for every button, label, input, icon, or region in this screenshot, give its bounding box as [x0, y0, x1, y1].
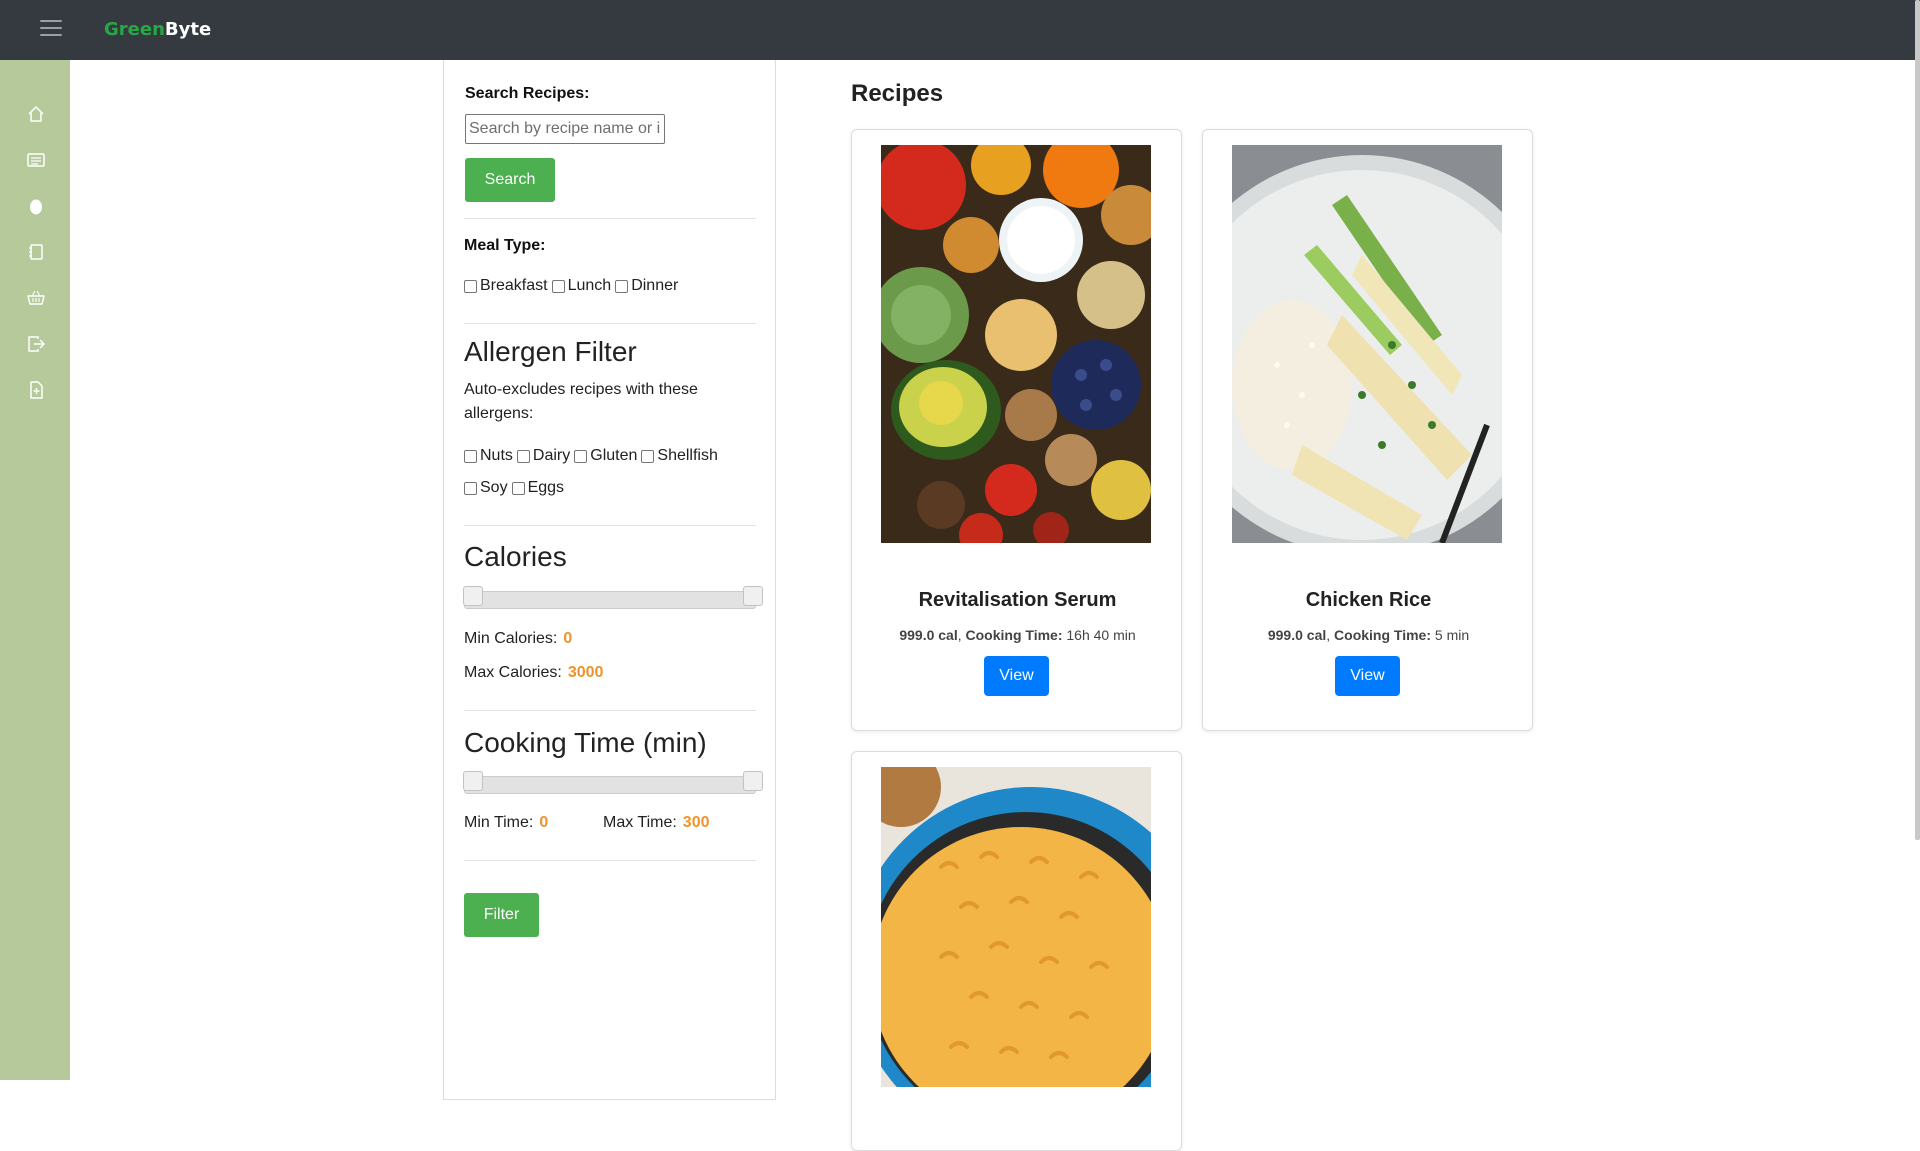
home-icon[interactable] — [26, 104, 48, 126]
add-file-icon[interactable] — [26, 380, 48, 402]
view-recipe-button[interactable]: View — [1335, 656, 1400, 696]
basket-icon[interactable] — [26, 288, 48, 310]
allergen-filter-title: Allergen Filter — [464, 336, 637, 367]
breakfast-label: Breakfast — [480, 277, 548, 294]
max-time-value: 300 — [682, 814, 710, 831]
dinner-label: Dinner — [631, 277, 679, 294]
max-time: Max Time: 300 — [603, 814, 710, 831]
allergen-options-row2: Soy Eggs — [464, 479, 568, 497]
sidebar — [0, 60, 70, 1080]
egg-icon[interactable] — [26, 196, 48, 218]
min-calories: Min Calories: 0 — [464, 630, 573, 647]
nuts-label: Nuts — [480, 447, 513, 464]
calories-max-handle[interactable] — [743, 586, 763, 606]
cooking-time-slider-track[interactable] — [464, 776, 756, 794]
brand-logo[interactable]: GreenByte — [104, 19, 211, 40]
soy-label: Soy — [480, 479, 508, 496]
max-calories-value: 3000 — [567, 664, 604, 681]
cooking-time-range-slider[interactable] — [463, 771, 763, 794]
recipe-title[interactable]: Revitalisation Serum — [852, 589, 1183, 612]
calories-range-slider[interactable] — [463, 586, 763, 609]
min-time-value: 0 — [539, 814, 549, 831]
checkbox-eggs[interactable] — [511, 481, 525, 495]
hamburger-menu-icon[interactable] — [40, 20, 62, 38]
recipe-meta: 999.0 cal, Cooking Time: 5 min — [1267, 627, 1470, 643]
meal-type-options: Breakfast Lunch Dinner — [464, 277, 682, 295]
checkbox-soy[interactable] — [464, 481, 477, 495]
min-time: Min Time: 0 — [464, 814, 549, 831]
divider — [464, 218, 756, 219]
top-navbar: GreenByte — [0, 0, 1920, 60]
checkbox-lunch[interactable] — [551, 279, 565, 293]
notebook-icon[interactable] — [26, 242, 48, 264]
cooking-time-title: Cooking Time (min) — [464, 727, 707, 758]
checkbox-dairy[interactable] — [516, 449, 530, 463]
recipe-meta: 999.0 cal, Cooking Time: 16h 40 min — [899, 627, 1136, 643]
filter-button[interactable]: Filter — [464, 893, 539, 937]
view-recipe-button[interactable]: View — [984, 656, 1049, 696]
page-scrollbar[interactable] — [1915, 0, 1920, 840]
search-button[interactable]: Search — [465, 158, 555, 202]
cooking-time-max-handle[interactable] — [743, 771, 763, 791]
meal-type-label: Meal Type: — [464, 237, 546, 254]
eggs-label: Eggs — [527, 479, 565, 496]
lunch-label: Lunch — [567, 277, 612, 294]
divider — [464, 525, 756, 526]
search-label: Search Recipes: — [465, 85, 590, 102]
max-calories: Max Calories: 3000 — [464, 664, 604, 681]
gluten-label: Gluten — [590, 447, 638, 464]
recipe-title[interactable]: Chicken Rice — [1203, 589, 1534, 612]
allergen-description: Auto-excludes recipes with these allerge… — [464, 381, 698, 422]
calories-title: Calories — [464, 541, 567, 572]
divider — [464, 710, 756, 711]
recipe-image-chicken-rice[interactable] — [1232, 145, 1502, 543]
divider — [464, 323, 756, 324]
cooking-time-min-handle[interactable] — [463, 771, 483, 791]
logout-icon[interactable] — [26, 334, 48, 356]
news-icon[interactable] — [26, 150, 48, 172]
checkbox-breakfast[interactable] — [464, 279, 477, 293]
checkbox-gluten[interactable] — [574, 449, 588, 463]
shellfish-label: Shellfish — [657, 447, 718, 464]
filter-panel: Search Recipes: Search Meal Type: Breakf… — [443, 60, 776, 1100]
recipe-card: Chicken Rice 999.0 cal, Cooking Time: 5 … — [1202, 129, 1533, 731]
calories-slider-track[interactable] — [464, 591, 756, 609]
search-input[interactable] — [465, 114, 665, 144]
page-title: Recipes — [851, 80, 944, 107]
checkbox-nuts[interactable] — [464, 449, 477, 463]
recipe-card — [851, 751, 1182, 1151]
calories-min-handle[interactable] — [463, 586, 483, 606]
recipe-image-mac-and-cheese[interactable] — [881, 767, 1151, 1087]
allergen-options-row1: Nuts Dairy Gluten Shellfish — [464, 447, 722, 465]
min-calories-value: 0 — [563, 630, 573, 647]
recipe-image-healthy-foods[interactable] — [881, 145, 1151, 543]
divider — [464, 860, 756, 861]
dairy-label: Dairy — [532, 447, 571, 464]
checkbox-dinner[interactable] — [615, 279, 629, 293]
checkbox-shellfish[interactable] — [641, 449, 655, 463]
recipe-card: Revitalisation Serum 999.0 cal, Cooking … — [851, 129, 1182, 731]
